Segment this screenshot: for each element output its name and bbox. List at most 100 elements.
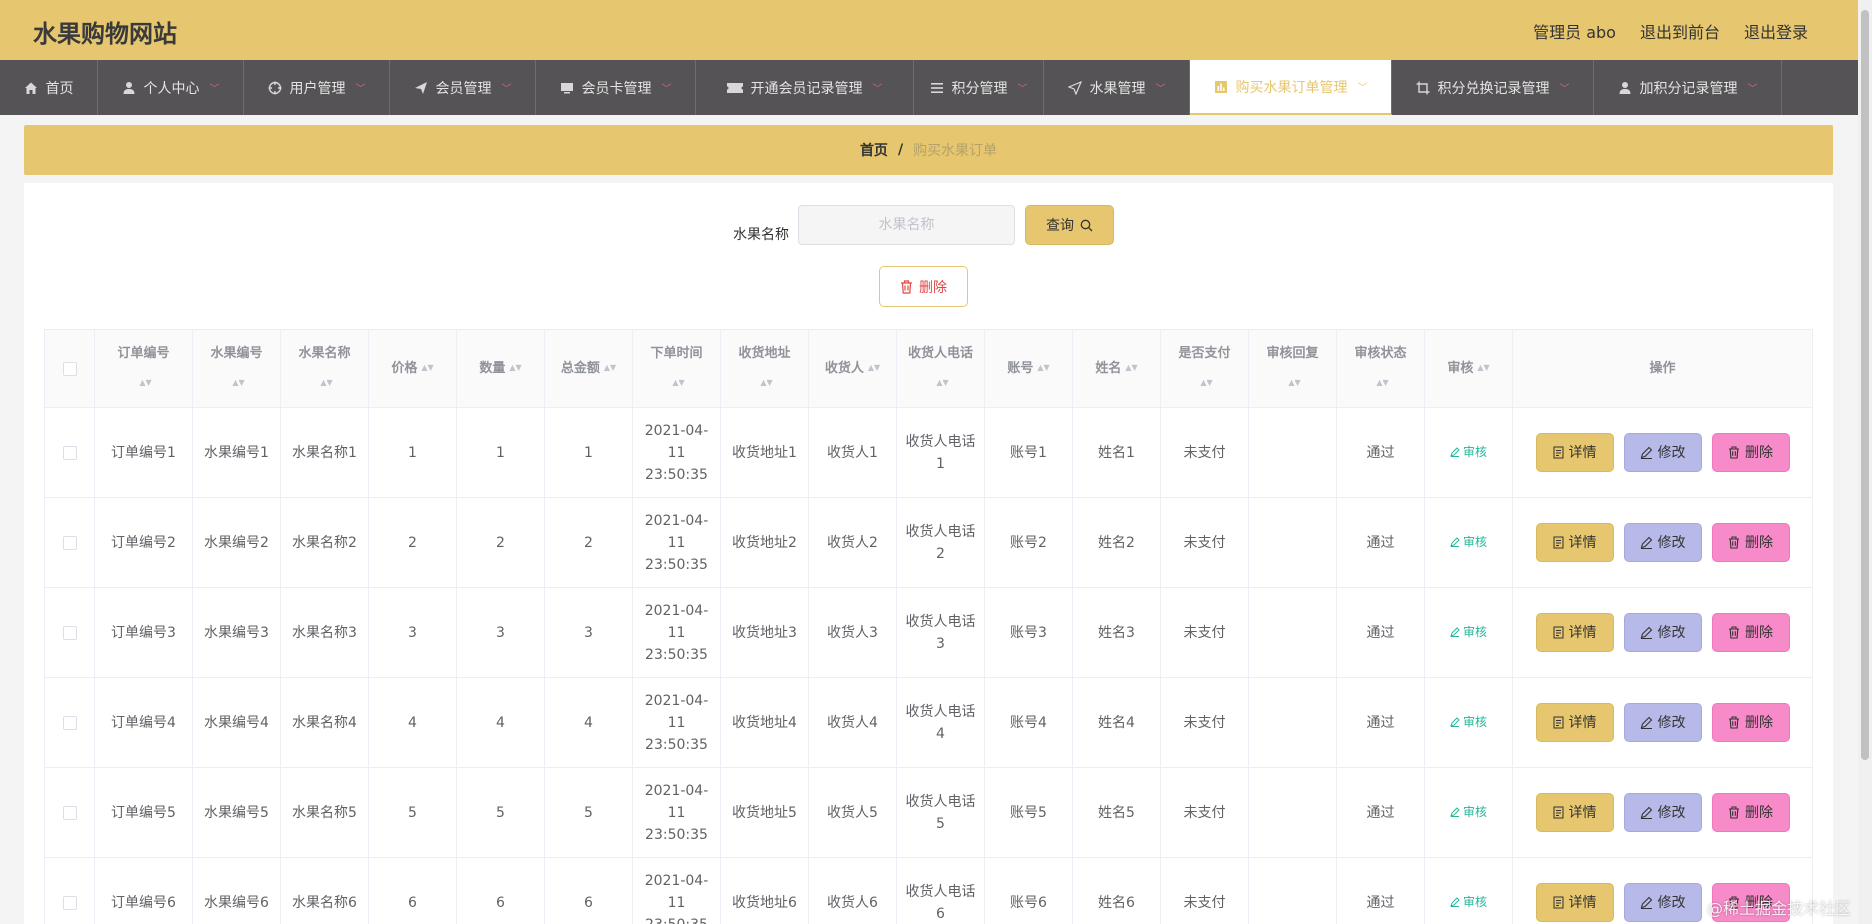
sort-icon[interactable]: ▲▼ bbox=[672, 379, 684, 387]
edit-button[interactable]: 修改 bbox=[1623, 703, 1702, 742]
detail-button[interactable]: 详情 bbox=[1535, 883, 1614, 922]
delete-button[interactable]: 删除 bbox=[1711, 523, 1790, 562]
sort-icon[interactable]: ▲▼ bbox=[232, 379, 244, 387]
sort-icon[interactable]: ▲▼ bbox=[1125, 364, 1137, 372]
sort-icon[interactable]: ▲▼ bbox=[421, 364, 433, 372]
row-checkbox[interactable] bbox=[62, 895, 77, 910]
person-icon bbox=[1619, 81, 1630, 94]
price-cell: 4 bbox=[368, 677, 457, 768]
nav-item-user-management[interactable]: 用户管理 ﹀ bbox=[244, 60, 390, 115]
column-header-paid[interactable]: 是否支付 ▲▼ bbox=[1160, 329, 1249, 408]
detail-button[interactable]: 详情 bbox=[1535, 613, 1614, 652]
user-icon bbox=[123, 81, 134, 94]
sort-icon[interactable]: ▲▼ bbox=[868, 364, 880, 372]
column-header-account[interactable]: 账号 ▲▼ bbox=[984, 329, 1073, 408]
row-select-cell[interactable] bbox=[44, 407, 95, 498]
delete-button[interactable]: 删除 bbox=[1711, 793, 1790, 832]
sort-icon[interactable]: ▲▼ bbox=[320, 379, 332, 387]
column-header-fruit-no[interactable]: 水果编号 ▲▼ bbox=[192, 329, 281, 408]
row-select-cell[interactable] bbox=[44, 857, 95, 924]
column-header-actions: 操作 bbox=[1512, 329, 1813, 408]
sort-icon[interactable]: ▲▼ bbox=[760, 379, 772, 387]
sort-icon[interactable]: ▲▼ bbox=[936, 379, 948, 387]
column-header-receiver[interactable]: 收货人 ▲▼ bbox=[808, 329, 897, 408]
audit-link[interactable]: 审核 bbox=[1450, 801, 1487, 823]
nav-item-add-points-records[interactable]: 加积分记录管理 ﹀ bbox=[1594, 60, 1782, 115]
column-header-name[interactable]: 姓名 ▲▼ bbox=[1072, 329, 1161, 408]
detail-button[interactable]: 详情 bbox=[1535, 433, 1614, 472]
fruit-name-search-input[interactable] bbox=[798, 205, 1015, 245]
row-checkbox[interactable] bbox=[62, 805, 77, 820]
column-header-total[interactable]: 总金额 ▲▼ bbox=[544, 329, 633, 408]
breadcrumb-home[interactable]: 首页 bbox=[860, 140, 888, 160]
delete-button-label: 删除 bbox=[1745, 624, 1773, 641]
row-checkbox[interactable] bbox=[62, 445, 77, 460]
logout-link[interactable]: 退出登录 bbox=[1744, 19, 1808, 43]
row-checkbox[interactable] bbox=[62, 715, 77, 730]
audit-link[interactable]: 审核 bbox=[1450, 621, 1487, 643]
column-header-order-no[interactable]: 订单编号 ▲▼ bbox=[94, 329, 193, 408]
audit-link[interactable]: 审核 bbox=[1450, 441, 1487, 463]
sort-icon[interactable]: ▲▼ bbox=[509, 364, 521, 372]
row-select-cell[interactable] bbox=[44, 497, 95, 588]
sort-icon[interactable]: ▲▼ bbox=[139, 379, 151, 387]
column-header-order-time[interactable]: 下单时间 ▲▼ bbox=[632, 329, 721, 408]
sort-icon[interactable]: ▲▼ bbox=[604, 364, 616, 372]
back-to-front-link[interactable]: 退出到前台 bbox=[1640, 19, 1720, 43]
search-button[interactable]: 查询 bbox=[1025, 205, 1114, 245]
admin-label[interactable]: 管理员 abo bbox=[1533, 19, 1616, 43]
nav-item-points-exchange[interactable]: 积分兑换记录管理 ﹀ bbox=[1392, 60, 1594, 115]
sort-icon[interactable]: ▲▼ bbox=[1288, 379, 1300, 387]
audit-link[interactable]: 审核 bbox=[1450, 711, 1487, 733]
sort-icon[interactable]: ▲▼ bbox=[1037, 364, 1049, 372]
column-header-audit-reply[interactable]: 审核回复 ▲▼ bbox=[1248, 329, 1337, 408]
select-all-cell[interactable] bbox=[44, 329, 95, 408]
column-header-receiver-phone[interactable]: 收货人电话▲▼ bbox=[896, 329, 985, 408]
sort-icon[interactable]: ▲▼ bbox=[1200, 379, 1212, 387]
edit-icon bbox=[1450, 897, 1460, 907]
detail-button[interactable]: 详情 bbox=[1535, 703, 1614, 742]
nav-item-home[interactable]: 首页 bbox=[0, 60, 98, 115]
column-header-address[interactable]: 收货地址 ▲▼ bbox=[720, 329, 809, 408]
row-select-cell[interactable] bbox=[44, 767, 95, 858]
row-select-cell[interactable] bbox=[44, 677, 95, 768]
page-scrollbar[interactable] bbox=[1858, 0, 1872, 924]
order-time-cell: 2021-04-11 23:50:35 bbox=[632, 587, 721, 678]
detail-button[interactable]: 详情 bbox=[1535, 523, 1614, 562]
delete-button[interactable]: 删除 bbox=[1711, 433, 1790, 472]
select-all-checkbox[interactable] bbox=[62, 361, 77, 376]
fruit-no-cell: 水果编号4 bbox=[192, 677, 281, 768]
nav-item-member-management[interactable]: 会员管理 ﹀ bbox=[390, 60, 536, 115]
nav-item-fruit-orders[interactable]: 购买水果订单管理 ﹀ bbox=[1190, 60, 1392, 115]
column-header-price[interactable]: 价格 ▲▼ bbox=[368, 329, 457, 408]
column-header-fruit-name[interactable]: 水果名称 ▲▼ bbox=[280, 329, 369, 408]
sort-icon[interactable]: ▲▼ bbox=[1477, 364, 1489, 372]
column-header-audit-status[interactable]: 审核状态 ▲▼ bbox=[1336, 329, 1425, 408]
sort-icon[interactable]: ▲▼ bbox=[1376, 379, 1388, 387]
audit-link[interactable]: 审核 bbox=[1450, 531, 1487, 553]
delete-button[interactable]: 删除 bbox=[1711, 703, 1790, 742]
scrollbar-thumb[interactable] bbox=[1861, 10, 1869, 760]
batch-delete-button[interactable]: 删除 bbox=[879, 266, 968, 307]
row-checkbox[interactable] bbox=[62, 625, 77, 640]
edit-button[interactable]: 修改 bbox=[1623, 883, 1702, 922]
edit-button[interactable]: 修改 bbox=[1623, 613, 1702, 652]
detail-button-label: 详情 bbox=[1568, 624, 1597, 641]
nav-item-fruit-management[interactable]: 水果管理 ﹀ bbox=[1044, 60, 1190, 115]
name-cell: 姓名4 bbox=[1072, 677, 1161, 768]
audit-link[interactable]: 审核 bbox=[1450, 891, 1487, 913]
nav-item-membership-records[interactable]: 开通会员记录管理 ﹀ bbox=[696, 60, 914, 115]
detail-button[interactable]: 详情 bbox=[1535, 793, 1614, 832]
delete-button[interactable]: 删除 bbox=[1711, 613, 1790, 652]
edit-button[interactable]: 修改 bbox=[1623, 433, 1702, 472]
nav-item-personal-center[interactable]: 个人中心 ﹀ bbox=[98, 60, 244, 115]
nav-item-points-management[interactable]: 积分管理 ﹀ bbox=[914, 60, 1044, 115]
column-header-quantity[interactable]: 数量 ▲▼ bbox=[456, 329, 545, 408]
column-header-audit[interactable]: 审核 ▲▼ bbox=[1424, 329, 1513, 408]
audit-link-label: 审核 bbox=[1462, 445, 1487, 459]
row-checkbox[interactable] bbox=[62, 535, 77, 550]
row-select-cell[interactable] bbox=[44, 587, 95, 678]
edit-button[interactable]: 修改 bbox=[1623, 523, 1702, 562]
nav-item-member-card-management[interactable]: 会员卡管理 ﹀ bbox=[536, 60, 696, 115]
edit-button[interactable]: 修改 bbox=[1623, 793, 1702, 832]
